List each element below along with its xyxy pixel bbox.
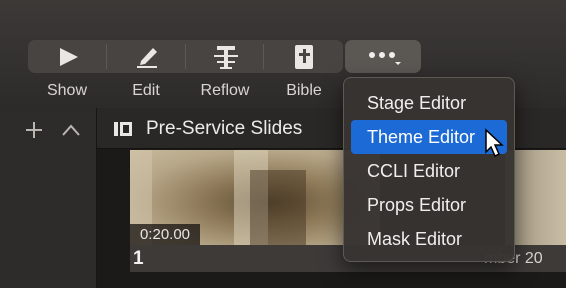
reflow-button[interactable] bbox=[196, 40, 256, 73]
cursor-icon bbox=[485, 128, 504, 158]
menu-item-stage-editor[interactable]: Stage Editor bbox=[351, 86, 507, 120]
ellipsis-icon bbox=[369, 51, 401, 65]
toolbar-separator bbox=[263, 44, 264, 69]
chevron-up-icon[interactable] bbox=[60, 122, 82, 138]
edit-button[interactable] bbox=[117, 40, 177, 73]
bible-button[interactable] bbox=[274, 40, 334, 73]
more-menu: Stage Editor Theme Editor CCLI Editor Pr… bbox=[343, 77, 515, 262]
reflow-label: Reflow bbox=[200, 82, 250, 99]
plus-icon[interactable] bbox=[24, 120, 44, 140]
more-button[interactable] bbox=[345, 40, 421, 73]
edit-label: Edit bbox=[132, 82, 160, 99]
bible-icon bbox=[295, 44, 313, 69]
toolbar-separator bbox=[106, 44, 107, 69]
slide-timecode: 0:20.00 bbox=[130, 224, 200, 245]
show-button[interactable] bbox=[38, 40, 98, 73]
menu-item-ccli-editor[interactable]: CCLI Editor bbox=[351, 154, 507, 188]
show-label: Show bbox=[46, 82, 88, 99]
slide-number: 1 bbox=[133, 248, 144, 269]
pencil-icon bbox=[137, 47, 157, 68]
play-icon bbox=[60, 47, 78, 66]
playlist-icon bbox=[114, 122, 132, 136]
playlist-title: Pre-Service Slides bbox=[146, 118, 303, 139]
menu-item-props-editor[interactable]: Props Editor bbox=[351, 188, 507, 222]
toolbar-separator bbox=[185, 44, 186, 69]
bible-label: Bible bbox=[286, 82, 322, 99]
library-sidebar bbox=[0, 108, 97, 288]
menu-item-mask-editor[interactable]: Mask Editor bbox=[351, 222, 507, 256]
reflow-icon bbox=[214, 45, 238, 69]
